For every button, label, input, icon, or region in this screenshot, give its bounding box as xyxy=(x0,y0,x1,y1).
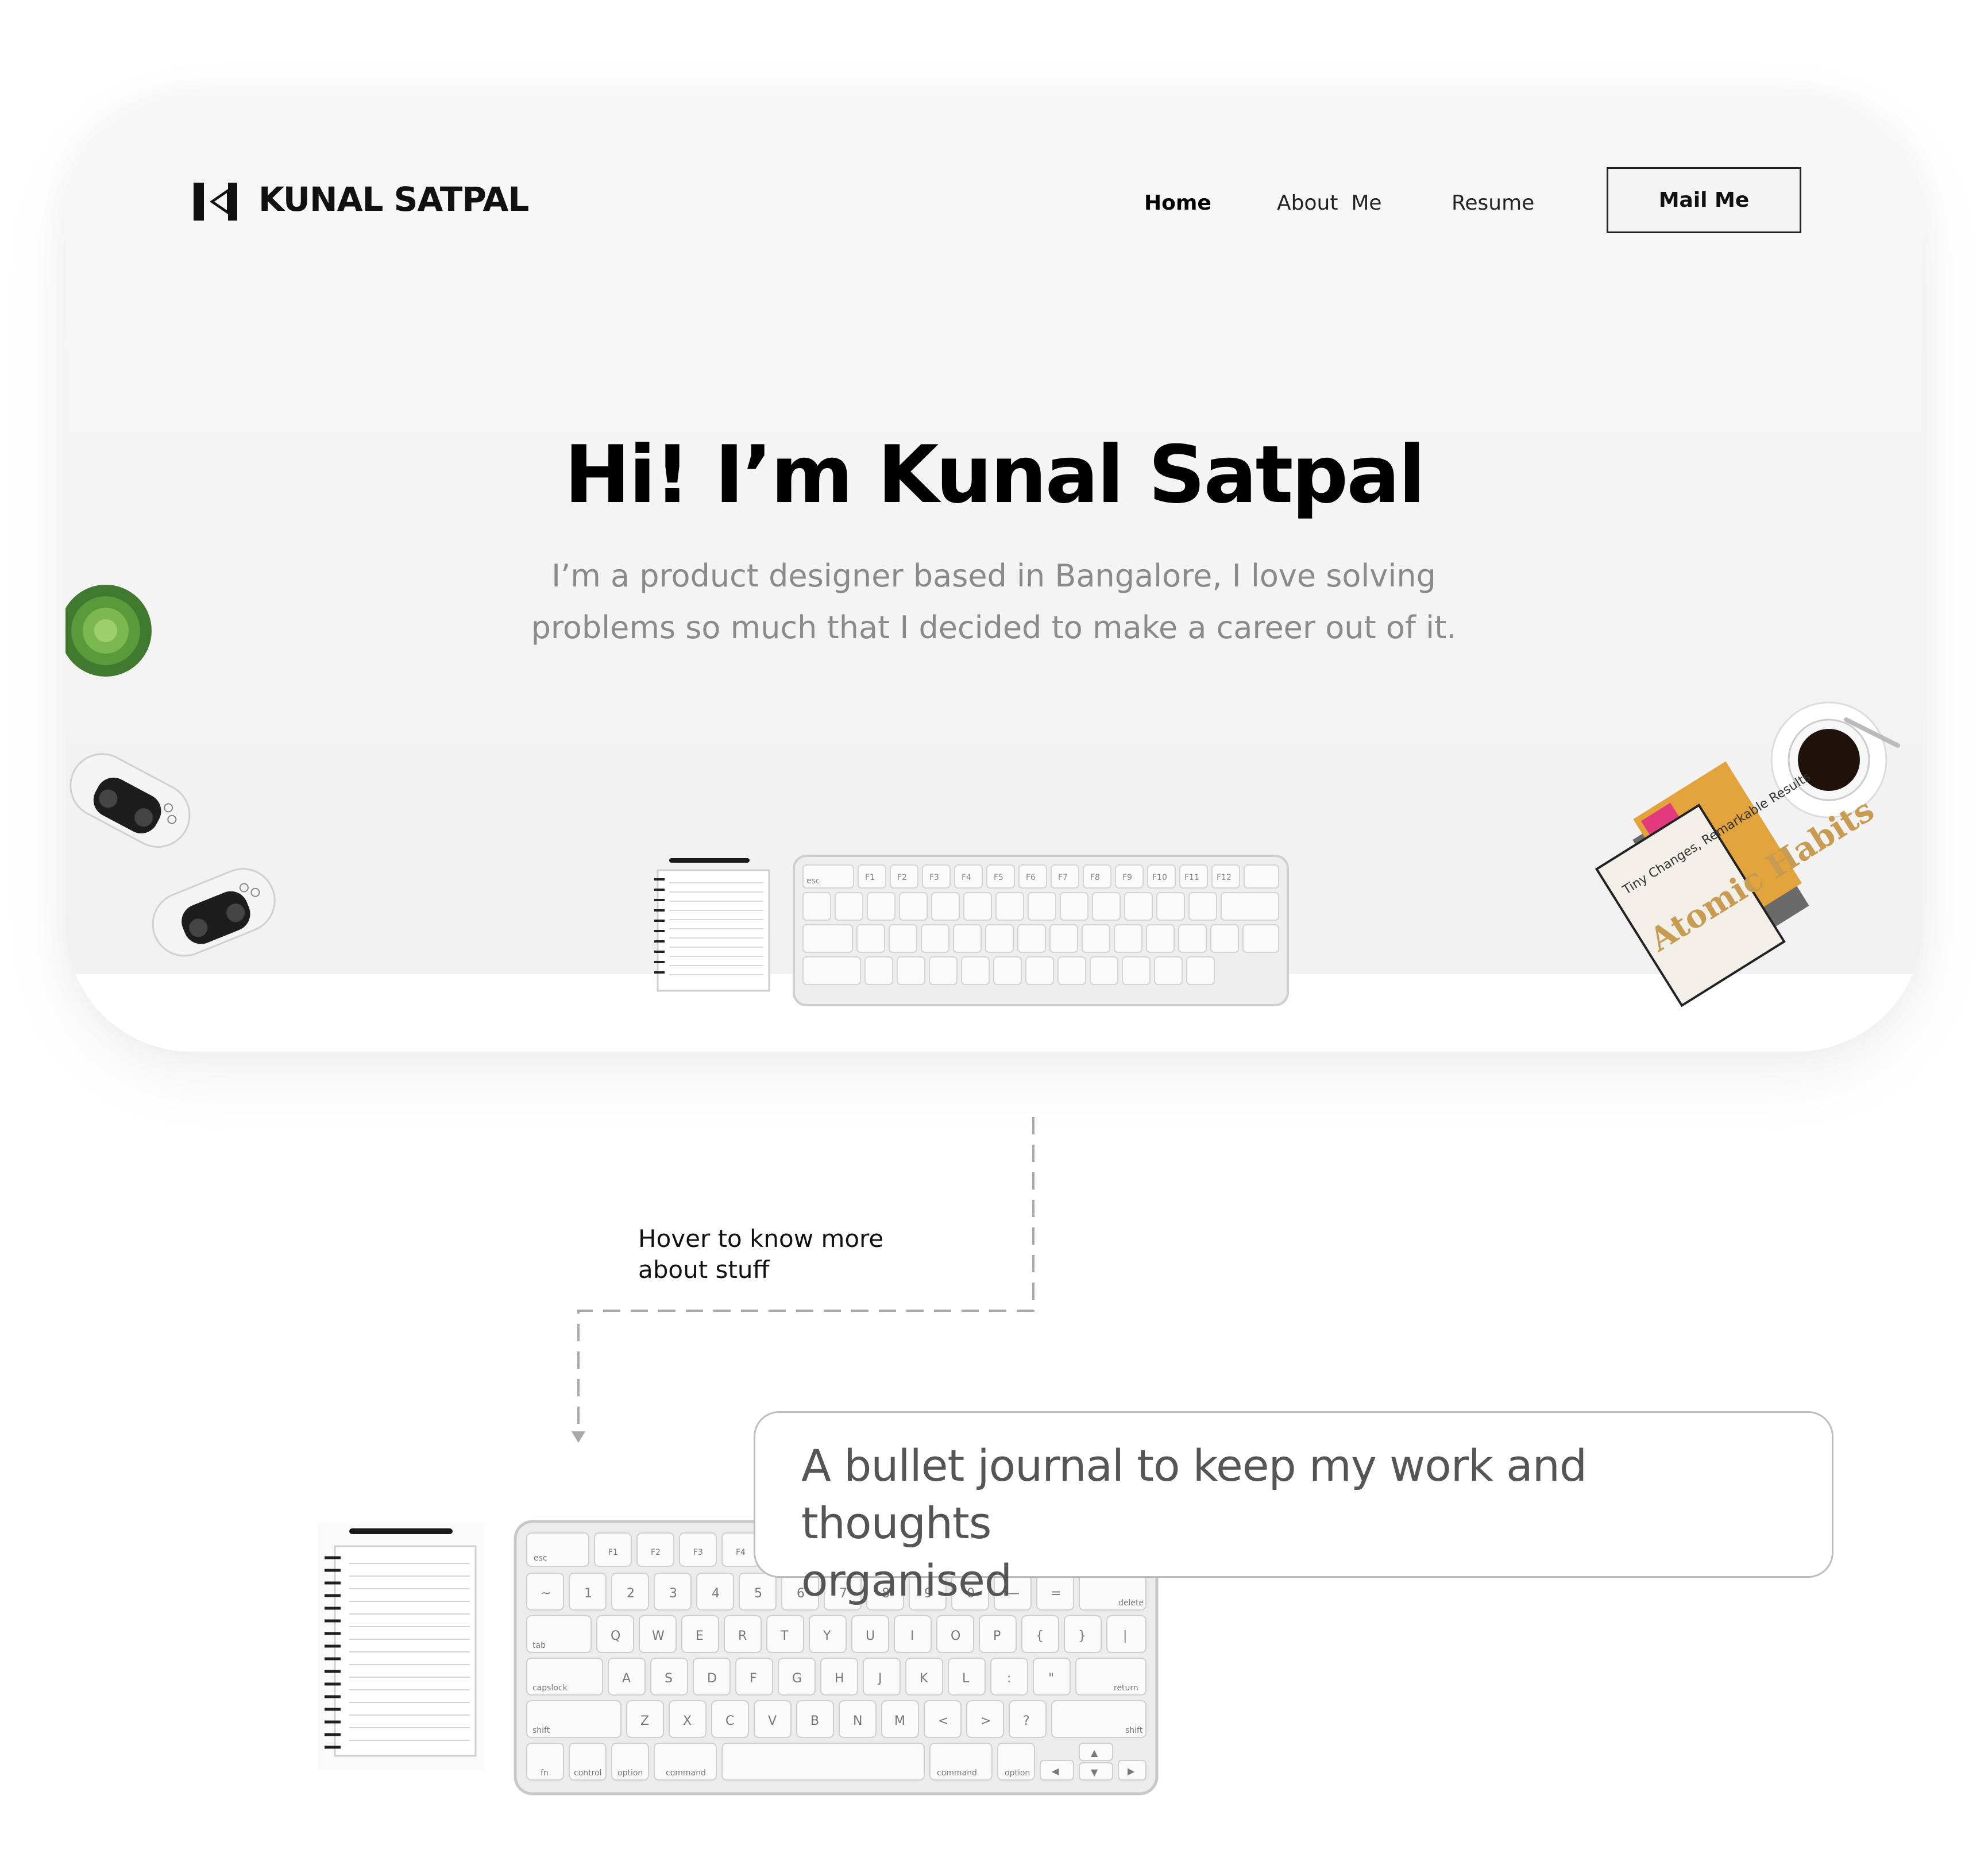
key-right-brace: } xyxy=(1078,1629,1086,1643)
key-esc: esc xyxy=(534,1554,547,1563)
arrow-down-icon: ▼ xyxy=(1091,1767,1098,1778)
key-command-left: command xyxy=(666,1768,706,1778)
key-option-right: option xyxy=(1005,1768,1030,1778)
key-a: A xyxy=(622,1671,631,1686)
key-return: return xyxy=(1114,1683,1138,1693)
key-f1: F1 xyxy=(608,1548,618,1557)
key-shift-left: shift xyxy=(532,1726,550,1735)
key-b: B xyxy=(810,1714,819,1728)
key-k: K xyxy=(920,1671,928,1686)
key-tab: tab xyxy=(532,1641,546,1650)
key-quote: " xyxy=(1048,1671,1054,1686)
key-2: 2 xyxy=(627,1586,635,1601)
key-5: 5 xyxy=(754,1586,762,1601)
key-1: 1 xyxy=(584,1586,592,1601)
tooltip-line-2: organised xyxy=(801,1555,1012,1606)
key-x: X xyxy=(683,1714,692,1728)
key-command-right: command xyxy=(937,1768,977,1778)
arrow-right-icon: ▶ xyxy=(1128,1766,1135,1777)
key-z: Z xyxy=(640,1714,649,1728)
key-l: L xyxy=(962,1671,970,1686)
key-less-than: < xyxy=(938,1714,948,1728)
key-n: N xyxy=(853,1714,862,1728)
key-y: Y xyxy=(823,1629,831,1643)
key-d: D xyxy=(707,1671,717,1686)
key-w: W xyxy=(652,1629,665,1643)
hover-annotation-line-1: Hover to know more xyxy=(638,1225,884,1253)
key-capslock: capslock xyxy=(532,1683,568,1693)
key-shift-right: shift xyxy=(1125,1726,1143,1735)
hover-annotation-line-2: about stuff xyxy=(638,1256,770,1284)
key-u: U xyxy=(866,1629,875,1643)
key-question: ? xyxy=(1023,1714,1030,1728)
tooltip-line-1: A bullet journal to keep my work and tho… xyxy=(801,1440,1587,1549)
key-p: P xyxy=(993,1629,1001,1643)
key-s: S xyxy=(665,1671,673,1686)
key-t: T xyxy=(780,1629,789,1643)
arrow-up-icon: ▲ xyxy=(1091,1747,1098,1758)
key-pipe: | xyxy=(1123,1629,1127,1643)
key-left-brace: { xyxy=(1036,1629,1044,1643)
key-q: Q xyxy=(611,1629,620,1643)
key-j: J xyxy=(877,1671,882,1686)
key-g: G xyxy=(792,1671,802,1686)
hover-tooltip: A bullet journal to keep my work and tho… xyxy=(754,1411,1833,1606)
key-f4: F4 xyxy=(736,1548,746,1557)
key-4: 4 xyxy=(712,1586,720,1601)
key-h: H xyxy=(835,1671,844,1686)
key-f3: F3 xyxy=(693,1548,703,1557)
key-colon: : xyxy=(1007,1671,1011,1686)
arrow-left-icon: ◀ xyxy=(1052,1766,1059,1777)
key-o: O xyxy=(951,1629,960,1643)
key-tilde: ~ xyxy=(541,1586,551,1601)
key-c: C xyxy=(725,1714,734,1728)
key-greater-than: > xyxy=(981,1714,991,1728)
key-v: V xyxy=(768,1714,777,1728)
key-i: I xyxy=(910,1629,914,1643)
key-3: 3 xyxy=(669,1586,677,1601)
key-option-left: option xyxy=(617,1768,643,1778)
notebook-icon[interactable] xyxy=(318,1523,484,1770)
key-e: E xyxy=(696,1629,704,1643)
key-fn: fn xyxy=(541,1768,549,1778)
key-control: control xyxy=(574,1768,602,1778)
key-m: M xyxy=(894,1714,905,1728)
key-r: R xyxy=(738,1629,747,1643)
hover-annotation: Hover to know more about stuff xyxy=(638,1223,883,1285)
key-f: F xyxy=(750,1671,757,1686)
key-f2: F2 xyxy=(651,1548,661,1557)
